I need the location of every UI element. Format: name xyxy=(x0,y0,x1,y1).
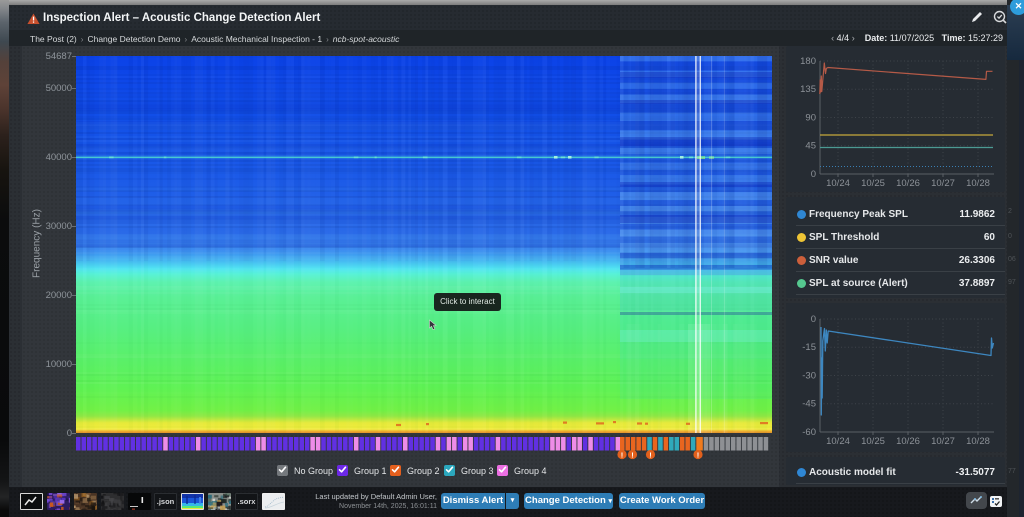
svg-text:90: 90 xyxy=(805,113,816,124)
svg-text:0: 0 xyxy=(811,169,816,180)
svg-text:-60: -60 xyxy=(802,427,816,438)
svg-text:-30: -30 xyxy=(802,371,816,382)
svg-text:!: ! xyxy=(649,450,652,459)
svg-text:10/26: 10/26 xyxy=(896,436,920,447)
svg-text:10/25: 10/25 xyxy=(861,436,885,447)
svg-text:10/28: 10/28 xyxy=(966,436,990,447)
svg-text:0: 0 xyxy=(811,314,816,325)
svg-text:45: 45 xyxy=(805,141,816,152)
svg-text:10/28: 10/28 xyxy=(966,178,990,189)
svg-text:10/27: 10/27 xyxy=(931,436,955,447)
svg-text:!: ! xyxy=(621,450,624,459)
svg-text:135: 135 xyxy=(800,84,816,95)
svg-text:-15: -15 xyxy=(802,342,816,353)
svg-text:10/25: 10/25 xyxy=(861,178,885,189)
svg-text:10/24: 10/24 xyxy=(826,178,850,189)
svg-text:180: 180 xyxy=(800,56,816,67)
svg-text:10/27: 10/27 xyxy=(931,178,955,189)
svg-text:-45: -45 xyxy=(802,399,816,410)
svg-text:!: ! xyxy=(697,450,700,459)
svg-text:10/26: 10/26 xyxy=(896,178,920,189)
svg-text:10/24: 10/24 xyxy=(826,436,850,447)
svg-text:!: ! xyxy=(631,450,634,459)
